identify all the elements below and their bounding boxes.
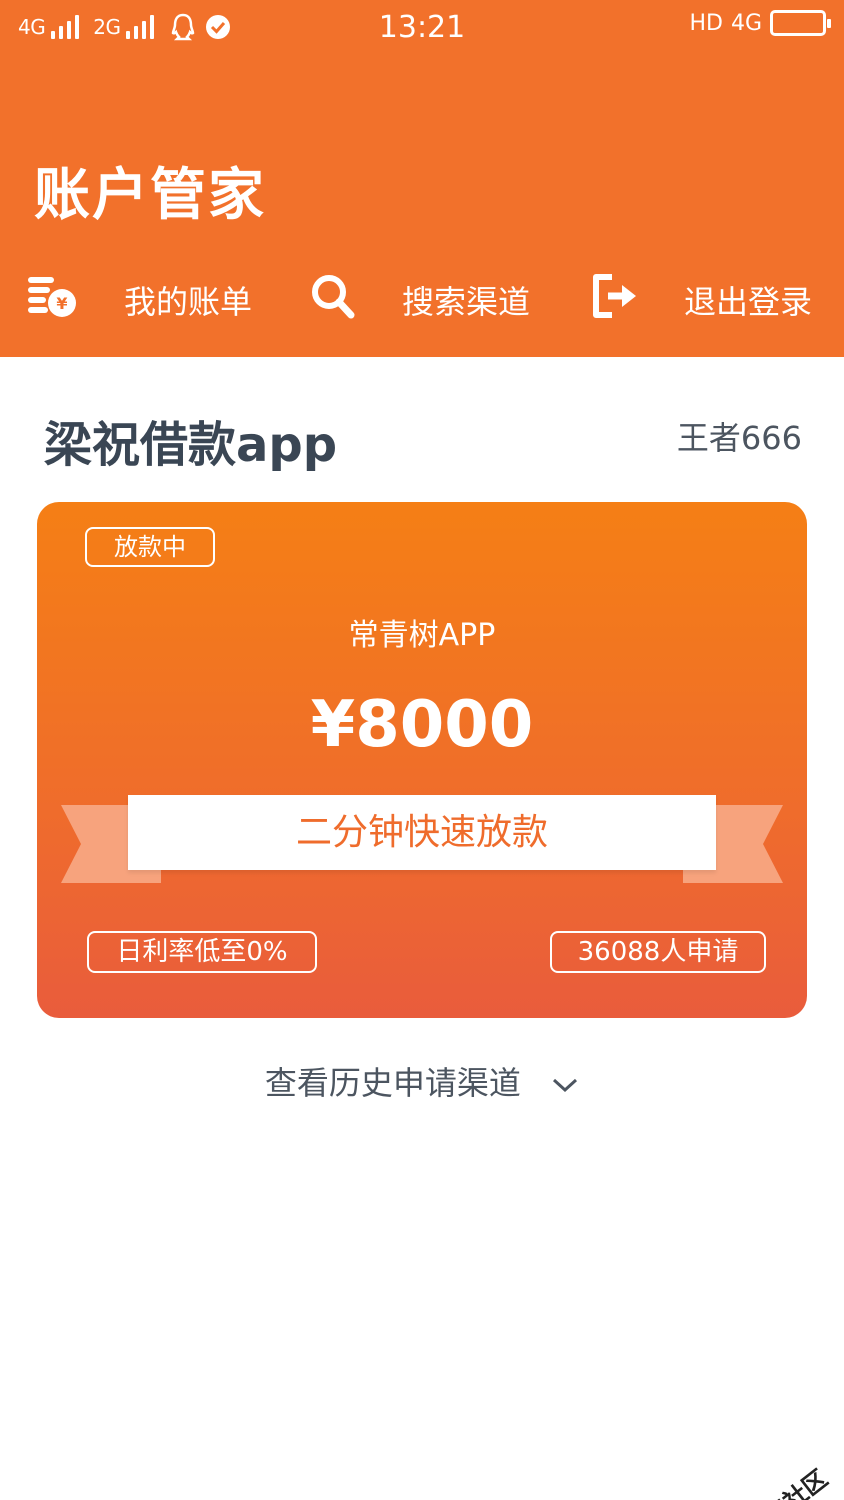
- nav-my-bills[interactable]: ¥ 我的账单: [26, 265, 266, 327]
- page-title: 账户管家: [34, 163, 266, 228]
- chevron-down-icon: [553, 1078, 578, 1093]
- status-badge: 放款中: [85, 527, 215, 567]
- search-icon: [312, 275, 355, 319]
- applicants-badge: 36088人申请: [550, 931, 766, 973]
- watermark: ✕卡农社区: [713, 1460, 834, 1500]
- network-label-3: 4G: [730, 10, 762, 36]
- logout-icon: [593, 274, 636, 318]
- header-nav: ¥ 我的账单 搜索渠道 退出登录: [0, 265, 844, 327]
- loan-app-title: 梁祝借款app: [44, 417, 338, 473]
- nav-my-bills-label: 我的账单: [124, 283, 253, 321]
- battery-icon: [770, 10, 831, 36]
- hd-label: HD: [689, 10, 723, 36]
- nav-logout-label: 退出登录: [684, 283, 813, 321]
- status-right: HD 4G: [689, 10, 831, 36]
- nav-search-channel-label: 搜索渠道: [402, 283, 531, 321]
- loan-amount: ¥8000: [310, 688, 534, 762]
- loan-card[interactable]: 放款中 常青树APP ¥8000 二分钟快速放款 日利率低至0% 36088人申…: [37, 502, 807, 1018]
- app-header: 4G 2G 13:21 HD 4G 账户管家 ¥ 我的账单 搜索渠道 退出登录: [0, 0, 844, 357]
- history-channels-link[interactable]: 查看历史申请渠道: [0, 1058, 844, 1104]
- history-channels-label: 查看历史申请渠道: [264, 1064, 521, 1102]
- bill-icon: ¥: [28, 277, 76, 317]
- svg-text:¥: ¥: [56, 294, 67, 313]
- watermark-text: 卡农社区: [740, 1464, 833, 1500]
- nav-search-channel[interactable]: 搜索渠道: [310, 265, 550, 327]
- username: 王者666: [676, 419, 802, 457]
- status-bar: 4G 2G 13:21 HD 4G: [0, 0, 844, 60]
- nav-logout[interactable]: 退出登录: [590, 265, 830, 327]
- product-name: 常青树APP: [348, 618, 496, 653]
- rate-badge: 日利率低至0%: [87, 931, 317, 973]
- slogan-ribbon: 二分钟快速放款: [128, 795, 716, 870]
